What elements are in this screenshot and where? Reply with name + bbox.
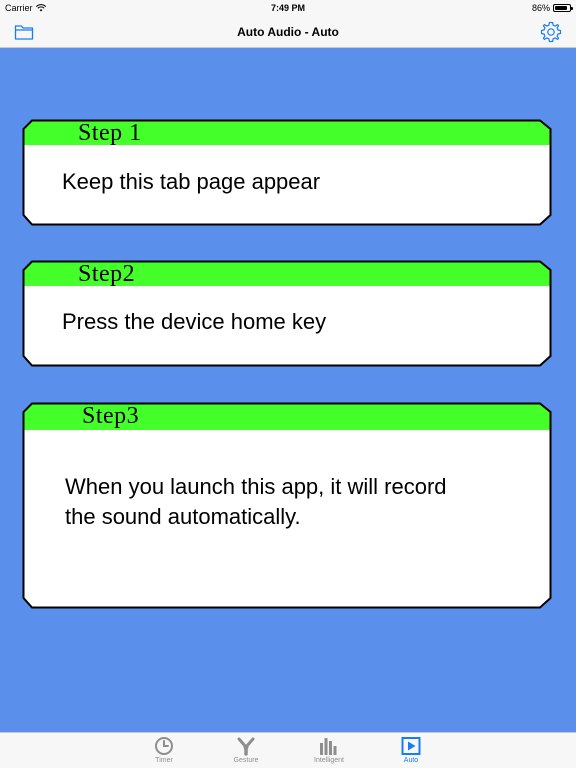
step-title: Step3 xyxy=(82,403,140,429)
battery-fill xyxy=(555,6,568,10)
main-content: Step 1 Keep this tab page appear Step2 P… xyxy=(0,48,576,732)
tab-gesture[interactable]: Gesture xyxy=(216,733,276,768)
tab-label: Timer xyxy=(155,757,173,764)
tab-label: Gesture xyxy=(233,757,259,764)
tab-bar: Timer Gesture Intelligent Auto xyxy=(0,732,576,768)
step-title: Step2 xyxy=(78,261,136,287)
bar-chart-icon xyxy=(320,738,337,755)
status-bar: Carrier 7:49 PM 86% xyxy=(0,0,576,16)
play-icon xyxy=(401,737,421,755)
step-card-1: Step 1 Keep this tab page appear xyxy=(22,119,552,226)
tab-label: Intelligent xyxy=(314,757,344,764)
tab-label: Auto xyxy=(403,757,419,764)
step-description: Press the device home key xyxy=(62,309,327,334)
step-card-2: Step2 Press the device home key xyxy=(22,260,552,367)
settings-button[interactable] xyxy=(540,21,562,43)
gesture-icon xyxy=(237,737,255,756)
tab-intelligent[interactable]: Intelligent xyxy=(299,733,359,768)
clock-icon xyxy=(155,737,173,755)
page-title: Auto Audio - Auto xyxy=(237,25,339,39)
navigation-bar: Auto Audio - Auto xyxy=(0,16,576,48)
battery-percent: 86% xyxy=(531,3,550,13)
gear-icon xyxy=(540,21,562,43)
battery-indicator: 86% xyxy=(531,3,573,13)
tab-timer[interactable]: Timer xyxy=(134,733,194,768)
clock-time: 7:49 PM xyxy=(270,3,305,13)
step-card-3: Step3 When you launch this app, it will … xyxy=(22,402,552,609)
step-description: Keep this tab page appear xyxy=(62,169,321,194)
tab-auto[interactable]: Auto xyxy=(381,733,441,768)
battery-icon xyxy=(553,4,573,12)
step-description: When you launch this app, it will record… xyxy=(65,474,447,529)
step-title: Step 1 xyxy=(78,120,142,146)
